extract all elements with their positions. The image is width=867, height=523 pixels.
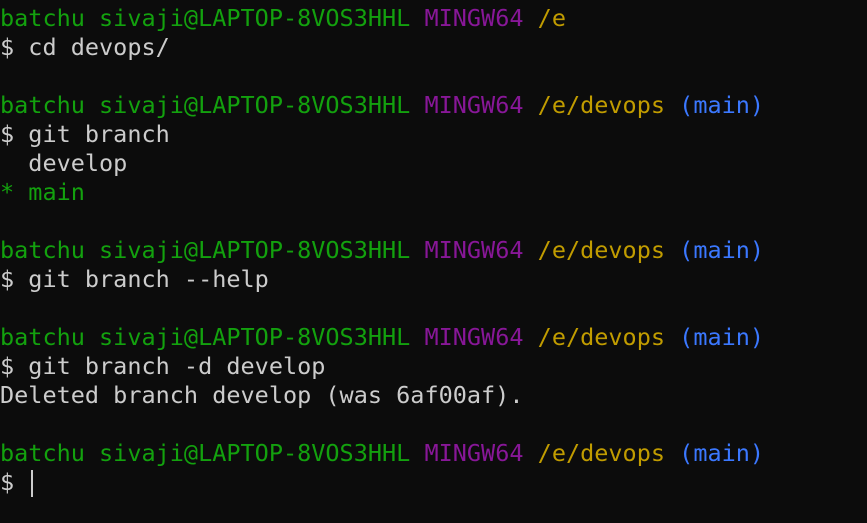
input-prompt-symbol: $	[0, 468, 29, 496]
prompt-user-host: batchu sivaji@LAPTOP-8VOS3HHL	[0, 4, 411, 32]
prompt-path: /e/devops	[537, 323, 666, 351]
prompt-branch: (main)	[679, 323, 765, 351]
prompt-path: /e/devops	[537, 439, 666, 467]
output-line-current-branch: * main	[0, 178, 85, 206]
prompt-system: MINGW64	[424, 236, 524, 264]
command-line: $ cd devops/	[0, 33, 170, 61]
text-cursor	[31, 470, 34, 497]
prompt-line: batchu sivaji@LAPTOP-8VOS3HHL MINGW64 /e…	[0, 236, 867, 265]
prompt-path: /e	[537, 4, 566, 32]
prompt-line: batchu sivaji@LAPTOP-8VOS3HHL MINGW64 /e…	[0, 91, 867, 120]
output-line: develop	[0, 149, 128, 177]
prompt-user-host: batchu sivaji@LAPTOP-8VOS3HHL	[0, 439, 411, 467]
command-line: $ git branch --help	[0, 265, 269, 293]
prompt-user-host: batchu sivaji@LAPTOP-8VOS3HHL	[0, 91, 411, 119]
prompt-system: MINGW64	[424, 323, 524, 351]
command-line: $ git branch	[0, 120, 170, 148]
prompt-path: /e/devops	[537, 91, 666, 119]
prompt-branch: (main)	[679, 91, 765, 119]
prompt-system: MINGW64	[424, 4, 524, 32]
prompt-line: batchu sivaji@LAPTOP-8VOS3HHL MINGW64 /e	[0, 4, 867, 33]
prompt-system: MINGW64	[424, 439, 524, 467]
prompt-branch: (main)	[679, 439, 765, 467]
prompt-line: batchu sivaji@LAPTOP-8VOS3HHL MINGW64 /e…	[0, 323, 867, 352]
command-input-line[interactable]: $	[0, 468, 867, 497]
prompt-path: /e/devops	[537, 236, 666, 264]
terminal-window[interactable]: batchu sivaji@LAPTOP-8VOS3HHL MINGW64 /e…	[0, 0, 867, 523]
output-line: Deleted branch develop (was 6af00af).	[0, 381, 524, 409]
command-line: $ git branch -d develop	[0, 352, 326, 380]
prompt-user-host: batchu sivaji@LAPTOP-8VOS3HHL	[0, 236, 411, 264]
prompt-line: batchu sivaji@LAPTOP-8VOS3HHL MINGW64 /e…	[0, 439, 867, 468]
prompt-branch: (main)	[679, 236, 765, 264]
prompt-user-host: batchu sivaji@LAPTOP-8VOS3HHL	[0, 323, 411, 351]
prompt-system: MINGW64	[424, 91, 524, 119]
